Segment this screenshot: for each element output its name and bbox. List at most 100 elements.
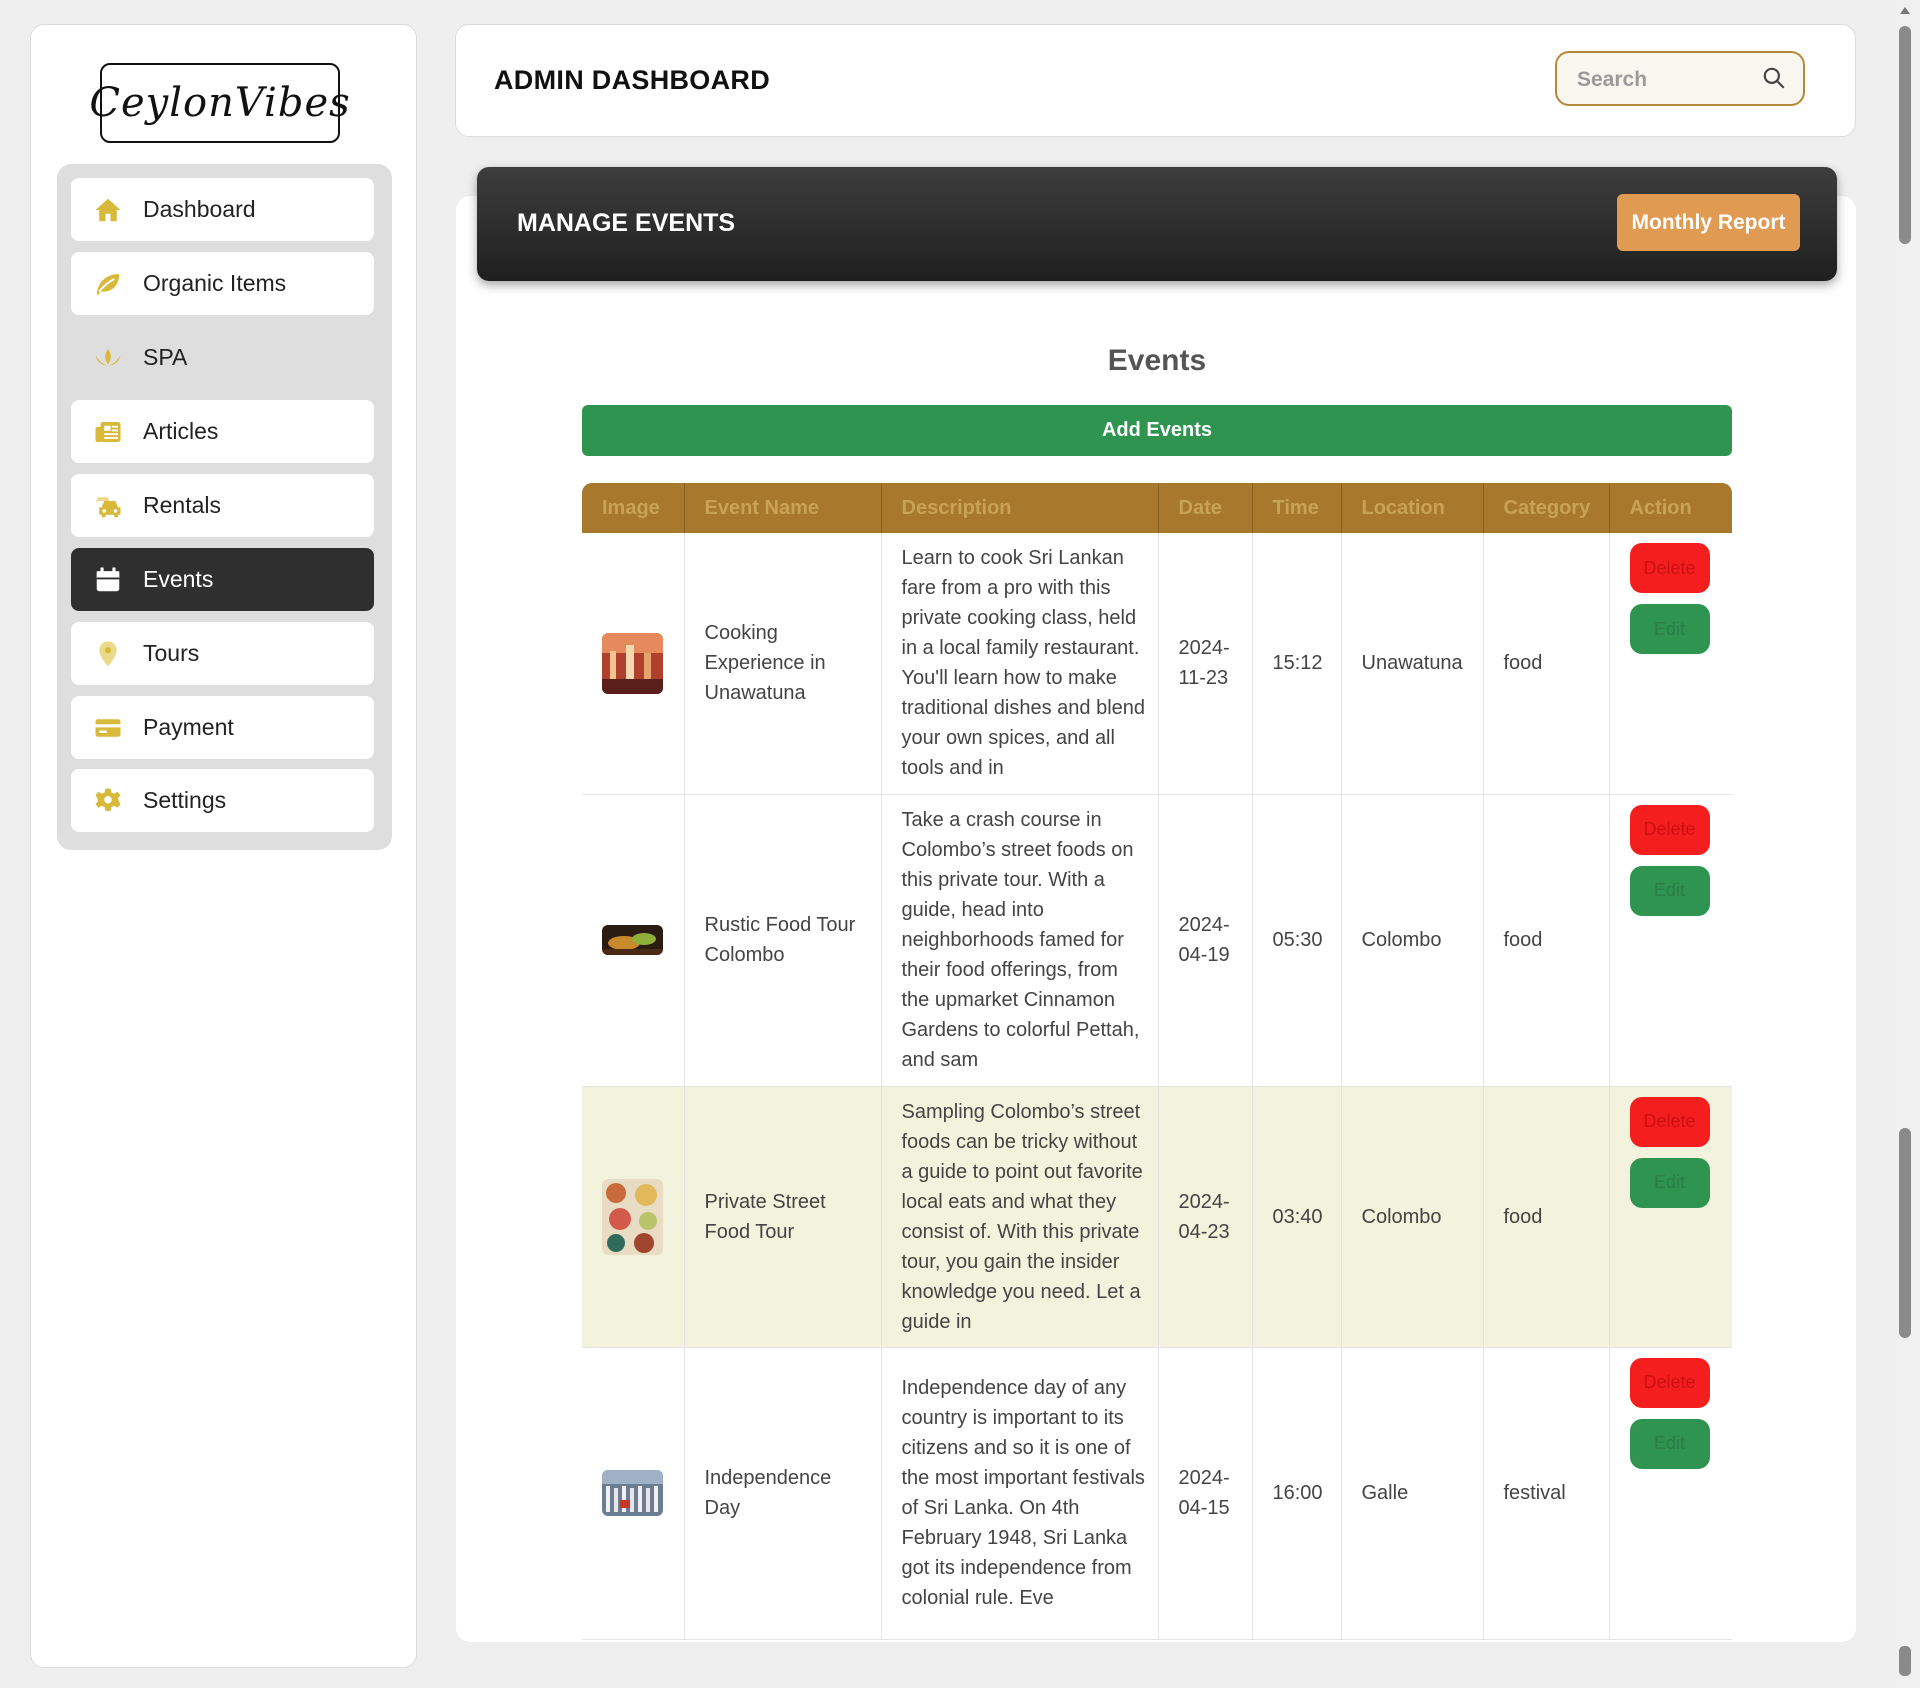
monthly-report-button[interactable]: Monthly Report xyxy=(1617,194,1800,251)
category-cell: food xyxy=(1483,533,1610,795)
scrollbar-thumb-inner[interactable] xyxy=(1899,1128,1911,1338)
action-cell: Delete Edit xyxy=(1609,794,1732,1087)
event-name-cell: Independence Day xyxy=(684,1347,882,1640)
sidebar-item-label: Organic Items xyxy=(143,270,287,296)
location-cell: Colombo xyxy=(1341,794,1484,1087)
date-cell: 2024-11-23 xyxy=(1158,533,1253,795)
sidebar-item-label: SPA xyxy=(143,344,188,370)
delete-button[interactable]: Delete xyxy=(1629,1357,1710,1408)
home-icon xyxy=(93,195,123,225)
category-cell: food xyxy=(1483,794,1610,1087)
sidebar-item-label: Rentals xyxy=(143,492,221,518)
sidebar-item-rentals[interactable]: Rentals xyxy=(71,474,374,537)
event-name-cell: Private Street Food Tour xyxy=(684,1086,882,1348)
description-cell: Sampling Colombo’s street foods can be t… xyxy=(881,1086,1159,1348)
location-cell: Colombo xyxy=(1341,1086,1484,1348)
location-cell: Unawatuna xyxy=(1341,533,1484,795)
image-cell xyxy=(582,1347,685,1640)
description-cell: Independence day of any country is impor… xyxy=(881,1347,1159,1640)
manage-events-banner: MANAGE EVENTS Monthly Report xyxy=(477,167,1837,281)
newspaper-icon xyxy=(93,417,123,447)
sidebar-item-dashboard[interactable]: Dashboard xyxy=(71,178,374,241)
section-title: Events xyxy=(1107,344,1207,377)
action-cell: Delete Edit xyxy=(1609,533,1732,795)
sidebar-item-label: Articles xyxy=(143,418,219,444)
time-cell: 16:00 xyxy=(1252,1347,1342,1640)
column-header-description: Description xyxy=(881,483,1159,533)
scroll-down-handle[interactable] xyxy=(1899,1646,1911,1676)
time-cell: 03:40 xyxy=(1252,1086,1342,1348)
column-header-date: Date xyxy=(1158,483,1253,533)
edit-button[interactable]: Edit xyxy=(1629,1157,1710,1208)
action-cell: Delete Edit xyxy=(1609,1086,1732,1348)
event-name-cell: Rustic Food Tour Colombo xyxy=(684,794,882,1087)
sidebar-item-events[interactable]: Events xyxy=(71,548,374,611)
image-cell xyxy=(582,794,685,1087)
leaf-icon xyxy=(93,269,123,299)
top-header: ADMIN DASHBOARD xyxy=(455,24,1856,137)
table-row: Rustic Food Tour Colombo Take a crash co… xyxy=(582,794,1732,1087)
edit-button[interactable]: Edit xyxy=(1629,604,1710,654)
date-cell: 2024-04-15 xyxy=(1158,1347,1253,1640)
sidebar-item-label: Settings xyxy=(143,787,227,813)
event-thumbnail xyxy=(602,925,663,955)
sidebar-item-payment[interactable]: Payment xyxy=(71,696,374,759)
image-cell xyxy=(582,1086,685,1348)
table-row: Cooking Experience in Unawatuna Learn to… xyxy=(582,533,1732,795)
column-header-time: Time xyxy=(1252,483,1342,533)
table-row: Independence Day Independence day of any… xyxy=(582,1347,1732,1640)
delete-button[interactable]: Delete xyxy=(1629,804,1710,855)
column-header-event-name: Event Name xyxy=(684,483,882,533)
sidebar-item-label: Dashboard xyxy=(143,196,256,222)
brand-logo[interactable]: CeylonVibes xyxy=(89,63,350,143)
delete-button[interactable]: Delete xyxy=(1629,1096,1710,1147)
column-header-category: Category xyxy=(1483,483,1610,533)
category-cell: festival xyxy=(1483,1347,1610,1640)
event-thumbnail xyxy=(602,632,663,694)
map-pin-icon xyxy=(93,639,123,669)
description-cell: Take a crash course in Colombo’s street … xyxy=(881,794,1159,1087)
image-cell xyxy=(582,533,685,795)
time-cell: 05:30 xyxy=(1252,794,1342,1087)
delete-button[interactable]: Delete xyxy=(1629,543,1710,593)
page-title: ADMIN DASHBOARD xyxy=(494,65,770,95)
events-table: Image Event Name Description Date Time L… xyxy=(582,483,1732,1640)
description-cell: Learn to cook Sri Lankan fare from a pro… xyxy=(881,533,1159,795)
table-header-row: Image Event Name Description Date Time L… xyxy=(582,483,1732,533)
lotus-icon xyxy=(93,343,123,373)
calendar-icon xyxy=(93,565,123,595)
sidebar-item-spa[interactable]: SPA xyxy=(71,326,374,389)
sidebar-nav: Dashboard Organic Items SPA Articles Ren… xyxy=(57,164,392,850)
scroll-up-arrow-icon[interactable] xyxy=(1899,4,1911,18)
location-cell: Galle xyxy=(1341,1347,1484,1640)
car-icon xyxy=(93,491,123,521)
search-icon[interactable] xyxy=(1761,65,1787,91)
sidebar-item-organic-items[interactable]: Organic Items xyxy=(71,252,374,315)
sidebar-item-label: Tours xyxy=(143,640,200,666)
sidebar-item-settings[interactable]: Settings xyxy=(71,769,374,832)
banner-title: MANAGE EVENTS xyxy=(517,209,736,237)
edit-button[interactable]: Edit xyxy=(1629,1418,1710,1469)
event-name-cell: Cooking Experience in Unawatuna xyxy=(684,533,882,795)
add-events-button[interactable]: Add Events xyxy=(582,405,1732,456)
credit-card-icon xyxy=(93,713,123,743)
gear-icon xyxy=(93,786,123,816)
event-thumbnail xyxy=(602,1178,663,1255)
sidebar-item-articles[interactable]: Articles xyxy=(71,400,374,463)
search-input[interactable] xyxy=(1575,63,1759,97)
column-header-location: Location xyxy=(1341,483,1484,533)
sidebar-item-label: Payment xyxy=(143,714,234,740)
table-row: Private Street Food Tour Sampling Colomb… xyxy=(582,1086,1732,1348)
scrollbar-track[interactable] xyxy=(1895,0,1920,1688)
action-cell: Delete Edit xyxy=(1609,1347,1732,1640)
edit-button[interactable]: Edit xyxy=(1629,865,1710,916)
time-cell: 15:12 xyxy=(1252,533,1342,795)
scrollbar-thumb[interactable] xyxy=(1899,26,1911,244)
sidebar-item-label: Events xyxy=(143,566,214,592)
column-header-action: Action xyxy=(1609,483,1732,533)
search-box[interactable] xyxy=(1555,51,1805,106)
category-cell: food xyxy=(1483,1086,1610,1348)
sidebar: CeylonVibes Dashboard Organic Items SPA … xyxy=(30,24,417,1668)
sidebar-item-tours[interactable]: Tours xyxy=(71,622,374,685)
column-header-image: Image xyxy=(582,483,685,533)
